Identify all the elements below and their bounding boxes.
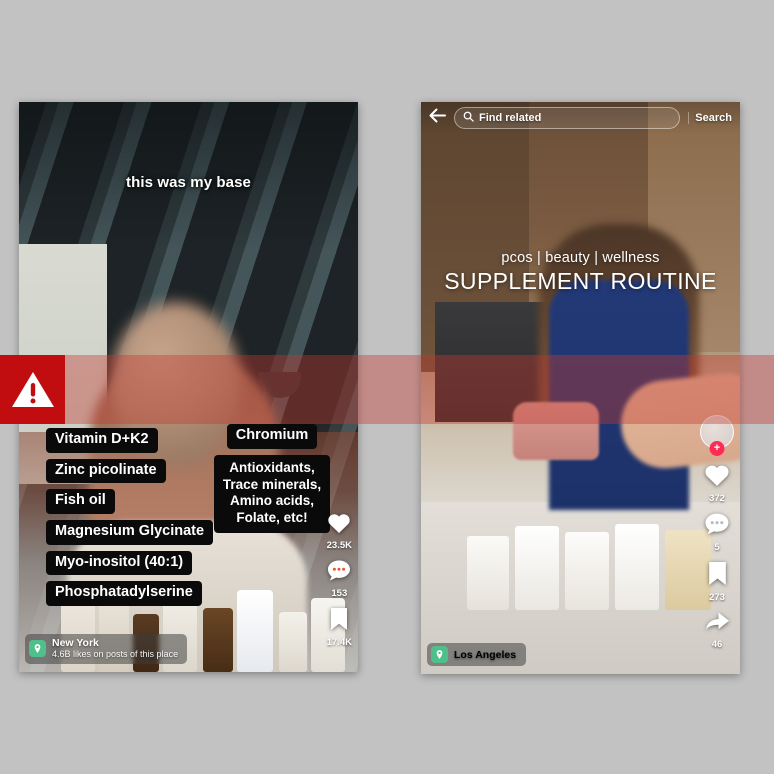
share-action[interactable]: 46 — [704, 611, 730, 650]
location-name: Los Angeles — [454, 648, 517, 661]
avatar[interactable]: + — [700, 415, 734, 456]
video-subtitle: pcos | beauty | wellness — [501, 250, 660, 266]
search-input-value: Find related — [479, 112, 542, 124]
location-subtitle: 4.6B likes on posts of this place — [52, 649, 179, 660]
comment-icon[interactable] — [704, 512, 730, 541]
warning-badge — [0, 355, 65, 424]
search-input[interactable]: Find related — [454, 107, 681, 129]
supplement-chip: Magnesium Glycinate — [46, 520, 214, 545]
right-video-post[interactable]: Find related Search pcos | beauty | well… — [421, 102, 740, 674]
location-pin-icon — [431, 646, 448, 663]
video-title-overlay: pcos | beauty | wellness SUPPLEMENT ROUT… — [421, 250, 740, 295]
bookmark-icon[interactable] — [329, 607, 349, 636]
comment-action[interactable]: 153 — [327, 559, 351, 599]
supplement-bottles — [467, 510, 717, 610]
right-action-rail[interactable]: + 372 5 273 46 — [700, 415, 734, 656]
bookmark-icon[interactable] — [707, 561, 728, 591]
supplement-chip: Phosphatadylserine — [46, 581, 202, 607]
video-title: SUPPLEMENT ROUTINE — [444, 268, 717, 294]
supplement-chip: Myo-inositol (40:1) — [46, 550, 193, 576]
location-name: New York — [52, 637, 99, 650]
pink-jar — [513, 402, 599, 460]
follow-button[interactable]: + — [709, 441, 725, 456]
heart-icon[interactable] — [704, 463, 730, 492]
video-caption-top: this was my base — [126, 174, 251, 191]
supplement-chip: Vitamin D+K2 — [46, 428, 158, 453]
search-icon — [463, 109, 474, 127]
supplement-chip: Fish oil — [46, 489, 115, 515]
like-count: 23.5K — [326, 540, 352, 551]
screenshot-canvas: this was my base Vitamin D+K2 Zinc picol… — [0, 0, 774, 774]
search-topbar[interactable]: Find related Search — [421, 102, 740, 134]
location-pin-icon — [29, 640, 46, 657]
bookmark-action[interactable]: 273 — [707, 561, 728, 603]
share-icon[interactable] — [704, 611, 730, 638]
bookmark-count: 273 — [709, 592, 725, 603]
supplement-chip: Chromium — [226, 424, 318, 449]
supplement-chip-multiline: Antioxidants, Trace minerals, Amino acid… — [213, 454, 331, 534]
right-video-frame — [421, 102, 740, 674]
supplement-chip-list-secondary: Chromium Antioxidants, Trace minerals, A… — [199, 424, 345, 534]
like-count: 372 — [709, 493, 725, 504]
search-button[interactable]: Search — [688, 112, 732, 124]
location-badge[interactable]: New York 4.6B likes on posts of this pla… — [25, 634, 188, 664]
bookmark-action[interactable]: 17.4K — [327, 607, 352, 648]
bookmark-count: 17.4K — [326, 637, 352, 648]
left-action-rail[interactable]: 23.5K 153 17.4K — [327, 512, 352, 654]
like-action[interactable]: 372 — [704, 463, 730, 504]
heart-icon[interactable] — [327, 512, 351, 539]
back-arrow-icon[interactable] — [429, 108, 446, 128]
left-video-post[interactable]: this was my base Vitamin D+K2 Zinc picol… — [19, 102, 358, 672]
location-badge[interactable]: Los Angeles — [427, 643, 527, 666]
supplement-chip: Zinc picolinate — [46, 458, 166, 484]
comment-action[interactable]: 5 — [704, 512, 730, 553]
warning-triangle-icon — [11, 371, 54, 407]
like-action[interactable]: 23.5K — [327, 512, 352, 551]
comment-count: 153 — [331, 588, 348, 599]
comment-count: 5 — [714, 542, 720, 553]
location-text: New York 4.6B likes on posts of this pla… — [52, 637, 178, 660]
share-count: 46 — [711, 639, 723, 650]
comment-icon[interactable] — [327, 559, 351, 587]
